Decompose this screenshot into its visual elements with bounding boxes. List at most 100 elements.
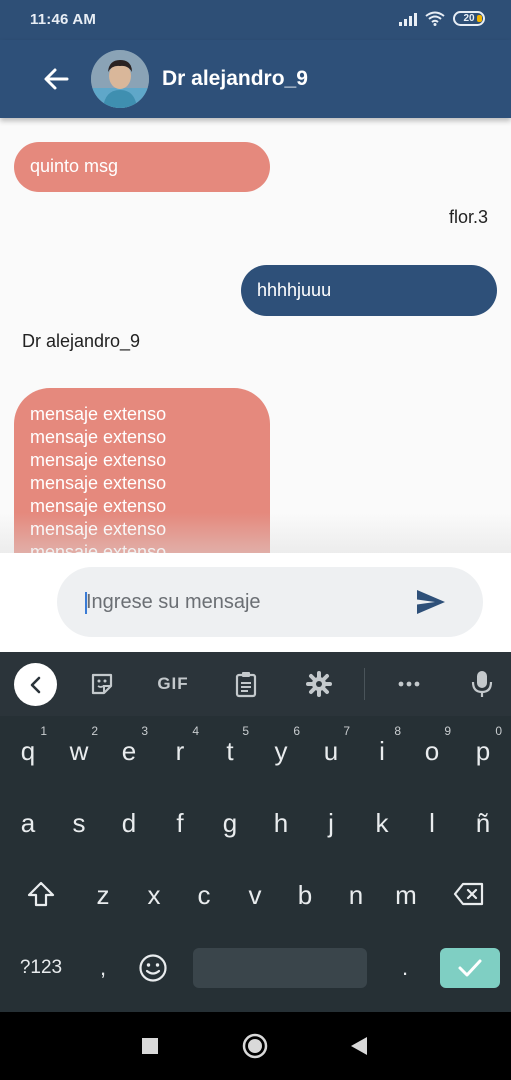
key-label: y <box>274 736 288 766</box>
more-button[interactable] <box>393 668 425 700</box>
square-icon <box>142 1038 158 1054</box>
key-y[interactable]: 6y <box>256 716 306 784</box>
enter-key[interactable] <box>440 948 500 988</box>
emoji-key[interactable] <box>133 944 173 992</box>
key-label: q <box>20 736 36 766</box>
key-label: a <box>20 808 36 838</box>
status-icons: 20 <box>399 11 485 26</box>
settings-button[interactable] <box>303 668 335 700</box>
key-a[interactable]: a <box>3 788 53 856</box>
chevron-left-icon <box>30 676 40 693</box>
key-label: m <box>395 880 417 910</box>
circle-icon <box>242 1033 268 1059</box>
key-i[interactable]: 8i <box>357 716 407 784</box>
key-b[interactable]: b <box>280 860 330 928</box>
key-label: j <box>328 808 334 838</box>
microphone-button[interactable] <box>466 668 498 700</box>
chat-title: Dr alejandro_9 <box>162 67 308 90</box>
key-t[interactable]: 5t <box>205 716 255 784</box>
comma-label: , <box>99 955 107 980</box>
home-button[interactable] <box>241 1032 269 1060</box>
key-v[interactable]: v <box>230 860 280 928</box>
key-label: p <box>475 736 491 766</box>
key-z[interactable]: z <box>78 860 128 928</box>
key-m[interactable]: m <box>381 860 431 928</box>
key-k[interactable]: k <box>357 788 407 856</box>
key-u[interactable]: 7u <box>306 716 356 784</box>
send-button[interactable] <box>413 587 449 617</box>
key-c[interactable]: c <box>179 860 229 928</box>
sticker-button[interactable] <box>86 668 118 700</box>
gear-icon <box>306 671 332 697</box>
key-s[interactable]: s <box>54 788 104 856</box>
scroll-fade <box>0 513 511 553</box>
symbols-key[interactable]: ?123 <box>8 944 74 992</box>
arrow-back-icon <box>44 68 69 90</box>
keyboard-collapse-button[interactable] <box>14 663 57 706</box>
composer: Ingrese su mensaje <box>0 553 511 652</box>
key-label: i <box>379 736 385 766</box>
period-key[interactable]: . <box>388 944 422 992</box>
gif-label: GIF <box>157 674 189 693</box>
status-bar: 11:46 AM 20 <box>0 0 511 40</box>
key-label: d <box>121 808 137 838</box>
recents-button[interactable] <box>136 1032 164 1060</box>
wifi-icon <box>425 11 445 26</box>
key-label: h <box>273 808 289 838</box>
key-label: c <box>197 880 211 910</box>
key-label: b <box>297 880 313 910</box>
key-label: z <box>96 880 110 910</box>
clipboard-button[interactable] <box>231 668 261 700</box>
gif-button[interactable]: GIF <box>153 668 193 700</box>
key-o[interactable]: 9o <box>407 716 457 784</box>
key-x[interactable]: x <box>129 860 179 928</box>
keyboard-toolbar: GIF <box>0 652 511 716</box>
key-g[interactable]: g <box>205 788 255 856</box>
sender-label: flor.3 <box>448 207 488 227</box>
check-icon <box>458 959 482 977</box>
key-d[interactable]: d <box>104 788 154 856</box>
key-n[interactable]: n <box>331 860 381 928</box>
app-bar: Dr alejandro_9 <box>0 40 511 118</box>
signal-icon <box>399 12 417 26</box>
key-h[interactable]: h <box>256 788 306 856</box>
avatar[interactable] <box>91 50 149 108</box>
outgoing-message-bubble[interactable]: hhhhjuuu <box>241 265 497 316</box>
avatar-photo <box>91 50 149 108</box>
message-input[interactable]: Ingrese su mensaje <box>57 567 483 637</box>
sender-label: Dr alejandro_9 <box>22 331 141 351</box>
message-list[interactable]: quinto msg flor.3 hhhhjuuu Dr alejandro_… <box>0 118 511 553</box>
key-f[interactable]: f <box>155 788 205 856</box>
shift-icon <box>27 881 55 907</box>
back-button[interactable] <box>38 61 74 97</box>
key-label: e <box>121 736 137 766</box>
key-p[interactable]: 0p <box>458 716 508 784</box>
shift-key[interactable] <box>18 864 64 924</box>
keyboard: GIF 1 q 2 w 3 e 4 r 5 t 6 y 7 u 8 i 9 o … <box>0 652 511 1012</box>
key-l[interactable]: l <box>407 788 457 856</box>
key-label: l <box>429 808 435 838</box>
key-label: r <box>175 736 185 766</box>
key-label: o <box>424 736 440 766</box>
incoming-message-bubble[interactable]: quinto msg <box>14 142 270 192</box>
backspace-key[interactable] <box>446 864 492 924</box>
comma-key[interactable]: , <box>86 944 120 992</box>
battery-icon: 20 <box>453 11 485 26</box>
triangle-back-icon <box>351 1037 367 1055</box>
key-w[interactable]: 2w <box>54 716 104 784</box>
key-q[interactable]: 1q <box>3 716 53 784</box>
toolbar-divider <box>364 668 365 700</box>
key-r[interactable]: 4r <box>155 716 205 784</box>
emoji-icon <box>139 954 167 982</box>
back-nav-button[interactable] <box>345 1032 373 1060</box>
space-key[interactable] <box>193 948 367 988</box>
key-label: f <box>176 808 184 838</box>
sticker-icon <box>91 673 113 695</box>
period-label: . <box>401 955 409 980</box>
battery-level: 20 <box>463 13 475 24</box>
key-label: g <box>222 808 238 838</box>
key-n-tilde[interactable]: ñ <box>458 788 508 856</box>
key-e[interactable]: 3e <box>104 716 154 784</box>
key-j[interactable]: j <box>306 788 356 856</box>
more-horizontal-icon <box>398 681 420 687</box>
